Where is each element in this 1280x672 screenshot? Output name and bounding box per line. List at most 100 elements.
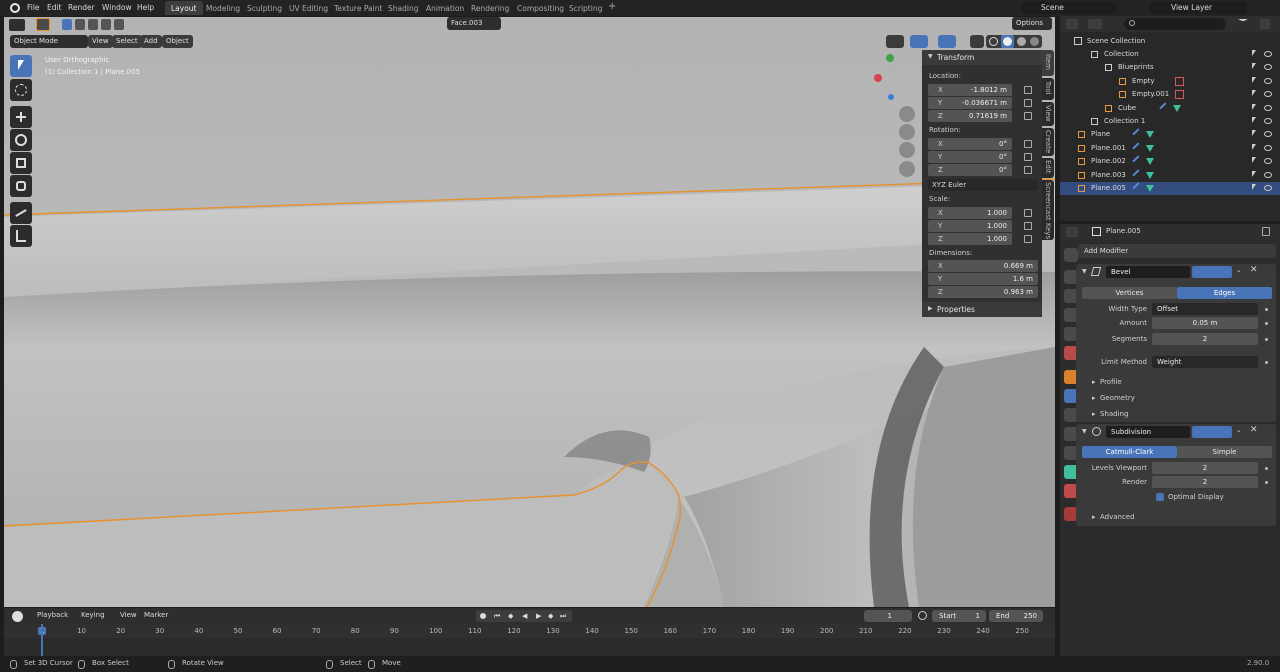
menu-help[interactable]: Help: [137, 3, 154, 12]
lock-icon[interactable]: [1024, 112, 1032, 120]
options-button[interactable]: Options: [1012, 17, 1052, 30]
mesh-data-icon[interactable]: [1146, 185, 1154, 192]
play-icon[interactable]: ▶: [536, 612, 541, 620]
rotate-tool-icon[interactable]: [10, 129, 32, 151]
select-toggle-icon[interactable]: [1252, 184, 1256, 190]
collapse-icon[interactable]: ▼: [1082, 428, 1087, 435]
keyframe-dot-icon[interactable]: [1265, 361, 1268, 364]
mesh-data-icon[interactable]: [1146, 171, 1154, 179]
width-type-dropdown[interactable]: Offset: [1152, 303, 1258, 315]
limit-method-dropdown[interactable]: Weight: [1152, 356, 1258, 368]
outliner-item[interactable]: Blueprints: [1060, 61, 1280, 74]
tab-tool[interactable]: Tool: [1042, 78, 1054, 100]
modifier-wrench-icon[interactable]: [1132, 168, 1144, 181]
end-frame-field[interactable]: End 250: [989, 610, 1043, 622]
pin-icon[interactable]: [1262, 227, 1270, 236]
visibility-eye-icon[interactable]: [1264, 118, 1272, 124]
modifier-menu-icon[interactable]: ⌄: [1236, 266, 1242, 274]
material-shading-icon[interactable]: [1017, 37, 1026, 46]
select-toggle-icon[interactable]: [1252, 103, 1256, 110]
dimensions-x[interactable]: X 0.669 m: [928, 260, 1038, 272]
properties-header[interactable]: ▶ Properties: [922, 302, 1042, 317]
select-tool-icon[interactable]: [36, 18, 50, 31]
editor-type-icon[interactable]: [9, 19, 25, 31]
optimal-display-checkbox[interactable]: [1156, 493, 1164, 501]
select-invert-icon[interactable]: [101, 19, 111, 30]
mesh-data-icon[interactable]: [1173, 104, 1181, 112]
select-toggle-icon[interactable]: [1252, 170, 1256, 177]
remove-modifier-icon[interactable]: ✕: [1250, 265, 1258, 275]
move-tool-icon[interactable]: [10, 106, 32, 128]
blender-logo-icon[interactable]: [10, 3, 20, 13]
outliner-editor-icon[interactable]: [1066, 19, 1078, 29]
transform-header[interactable]: ▼ Transform: [922, 50, 1042, 65]
view-layer-selector[interactable]: View Layer: [1149, 2, 1247, 14]
lock-icon[interactable]: [1024, 140, 1032, 148]
gizmo-y-axis-icon[interactable]: [886, 54, 894, 62]
scale-y[interactable]: Y 1.000: [928, 220, 1012, 232]
add-modifier-dropdown[interactable]: Add Modifier: [1078, 244, 1276, 258]
filter-icon[interactable]: [1238, 19, 1248, 29]
simple-toggle[interactable]: Simple: [1177, 446, 1272, 458]
bevel-edges-toggle[interactable]: Edges: [1177, 287, 1272, 299]
orientation-field[interactable]: Face.003: [447, 17, 501, 30]
navigation-gizmo[interactable]: [870, 50, 910, 100]
keyframe-dot-icon[interactable]: [1265, 308, 1268, 311]
lock-icon[interactable]: [1024, 209, 1032, 217]
menu-render[interactable]: Render: [68, 3, 95, 12]
shading-modes[interactable]: [986, 35, 1042, 48]
levels-viewport-field[interactable]: 2: [1152, 462, 1258, 474]
outliner-item[interactable]: Collection 1: [1060, 115, 1280, 128]
tab-layout[interactable]: Layout: [165, 1, 203, 15]
grid-toggle-icon[interactable]: [899, 161, 915, 177]
keying-menu[interactable]: Keying: [81, 611, 105, 619]
visibility-eye-icon[interactable]: [1264, 171, 1272, 178]
rotation-x[interactable]: X 0°: [928, 138, 1012, 150]
select-subtract-icon[interactable]: [88, 19, 98, 30]
lock-icon[interactable]: [1024, 153, 1032, 161]
select-new-icon[interactable]: [62, 19, 72, 30]
playhead[interactable]: [41, 624, 43, 658]
select-toggle-icon[interactable]: [1252, 90, 1256, 97]
tweak-tool-icon[interactable]: [10, 55, 32, 77]
play-reverse-icon[interactable]: ◀: [522, 612, 527, 620]
outliner-scene-collection[interactable]: Scene Collection: [1060, 35, 1280, 48]
bevel-name-field[interactable]: Bevel: [1106, 266, 1190, 278]
tab-sculpting[interactable]: Sculpting: [241, 1, 288, 15]
tab-rendering[interactable]: Rendering: [465, 1, 515, 15]
new-collection-icon[interactable]: [1260, 19, 1270, 29]
subpanel-profile[interactable]: ▸ Profile: [1092, 378, 1122, 386]
record-icon[interactable]: [480, 613, 486, 619]
tab-edit[interactable]: Edit: [1042, 158, 1054, 178]
visibility-eye-icon[interactable]: [1264, 131, 1272, 138]
outliner-item[interactable]: Empty: [1060, 75, 1280, 88]
subdivision-name-field[interactable]: Subdivision: [1106, 426, 1190, 438]
keyframe-dot-icon[interactable]: [1265, 467, 1268, 470]
outliner-item[interactable]: Empty.001: [1060, 88, 1280, 101]
menu-add[interactable]: Add: [140, 35, 162, 48]
outliner-item[interactable]: Plane: [1060, 128, 1280, 141]
subpanel-shading[interactable]: ▸ Shading: [1092, 410, 1128, 418]
gizmo-toggle-icon[interactable]: [910, 35, 928, 48]
object-visibility-icon[interactable]: [886, 35, 904, 48]
tab-animation[interactable]: Animation: [420, 1, 470, 15]
keyframe-dot-icon[interactable]: [1265, 322, 1268, 325]
tab-uv-editing[interactable]: UV Editing: [283, 1, 334, 15]
menu-view[interactable]: View: [88, 35, 113, 48]
rotation-y[interactable]: Y 0°: [928, 151, 1012, 163]
xray-toggle-icon[interactable]: [970, 35, 984, 48]
select-toggle-icon[interactable]: [1252, 130, 1256, 137]
lock-icon[interactable]: [1024, 166, 1032, 174]
modifier-wrench-icon[interactable]: [1132, 155, 1144, 167]
visibility-eye-icon[interactable]: [1264, 185, 1272, 191]
zoom-icon[interactable]: [899, 106, 915, 122]
bevel-vertices-toggle[interactable]: Vertices: [1082, 287, 1177, 299]
rotation-z[interactable]: Z 0°: [928, 164, 1012, 176]
bevel-visibility-icons[interactable]: [1192, 266, 1232, 278]
tab-modeling[interactable]: Modeling: [200, 1, 246, 15]
jump-end-icon[interactable]: ⏭: [560, 612, 566, 621]
lock-icon[interactable]: [1024, 235, 1032, 243]
jump-start-icon[interactable]: ⏮: [494, 612, 500, 621]
outliner-item[interactable]: Plane.003: [1060, 168, 1280, 182]
marker-menu[interactable]: Marker: [144, 611, 168, 619]
